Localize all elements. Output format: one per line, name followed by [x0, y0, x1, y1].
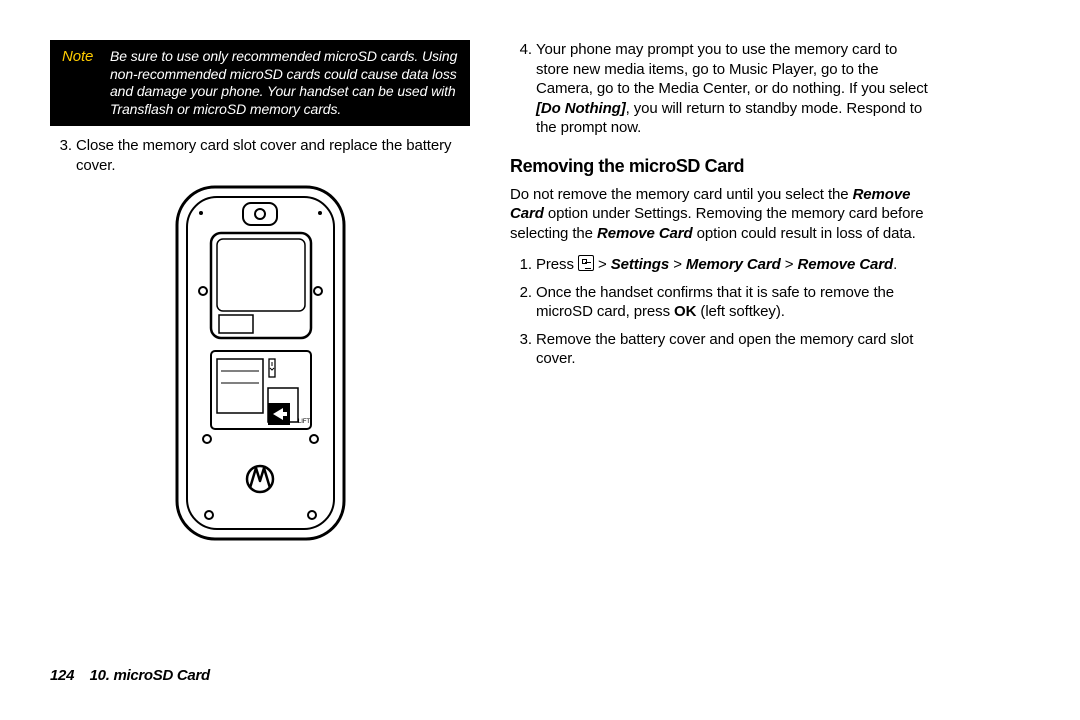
- s1gt2: >: [673, 256, 686, 273]
- step4-bold: [Do Nothing]: [536, 100, 626, 117]
- page-footer: 124 10. microSD Card: [50, 667, 210, 684]
- warn-a: Do not remove the memory card until you …: [510, 186, 853, 203]
- right-list-top: Your phone may prompt you to use the mem…: [510, 40, 930, 138]
- s1gt1: >: [598, 256, 611, 273]
- right-column: Your phone may prompt you to use the mem…: [510, 40, 930, 547]
- step4-text-a: Your phone may prompt you to use the mem…: [536, 41, 928, 97]
- remove-step-3: Remove the battery cover and open the me…: [536, 330, 930, 369]
- s2ok: OK: [674, 303, 696, 320]
- s2b: (left softkey).: [696, 303, 784, 320]
- page-number: 124: [50, 667, 74, 684]
- remove-step-1: Press > Settings > Memory Card > Remove …: [536, 255, 930, 275]
- remove-step-2: Once the handset confirms that it is saf…: [536, 283, 930, 322]
- s1gt3: >: [785, 256, 798, 273]
- warning-paragraph: Do not remove the memory card until you …: [510, 185, 930, 244]
- svg-text:LIFT: LIFT: [298, 419, 310, 425]
- note-box: Note Be sure to use only recommended mic…: [50, 40, 470, 126]
- step-4: Your phone may prompt you to use the mem…: [536, 40, 930, 138]
- left-column: Note Be sure to use only recommended mic…: [50, 40, 470, 547]
- removing-heading: Removing the microSD Card: [510, 156, 930, 177]
- step-3-text: Close the memory card slot cover and rep…: [76, 136, 470, 175]
- s1s2: Memory Card: [686, 256, 781, 273]
- s1s3: Remove Card: [798, 256, 894, 273]
- warn-d: option could result in loss of data.: [693, 225, 916, 242]
- warn-b2: Remove Card: [597, 225, 693, 242]
- phone-illustration: LIFT: [50, 183, 470, 547]
- s1end: .: [893, 256, 897, 273]
- menu-key-icon: [578, 255, 594, 271]
- chapter-title: 10. microSD Card: [90, 667, 210, 684]
- phone-back-diagram: LIFT: [173, 183, 348, 543]
- s1a: Press: [536, 256, 578, 273]
- note-label: Note: [52, 42, 106, 124]
- s1s1: Settings: [611, 256, 669, 273]
- left-list: Close the memory card slot cover and rep…: [50, 136, 470, 175]
- note-text: Be sure to use only recommended microSD …: [106, 42, 468, 124]
- remove-steps: Press > Settings > Memory Card > Remove …: [510, 255, 930, 369]
